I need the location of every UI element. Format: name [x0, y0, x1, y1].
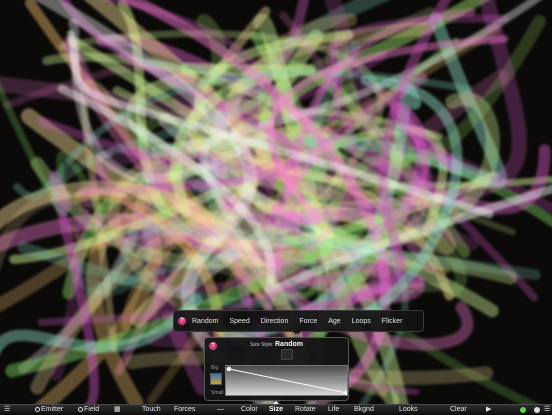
small-label: Small [211, 390, 224, 396]
field-label: Field [84, 406, 100, 413]
status-indicator-icon[interactable] [520, 407, 526, 413]
size-mode-menu: ? Random Speed Direction Force Age Loops… [173, 310, 424, 336]
size-style-title: Size Style: Random [205, 341, 348, 348]
mode-option-direction[interactable]: Direction [261, 318, 289, 325]
bottom-toolbar: ☰ Emitter Field ▦ Touch Forces — Color S… [0, 404, 552, 414]
mode-option-age[interactable]: Age [328, 318, 340, 325]
size-curve-graph[interactable] [225, 365, 348, 396]
record-icon[interactable] [534, 407, 540, 413]
curve-handle-start[interactable] [226, 366, 232, 372]
big-label: Big [211, 365, 219, 371]
size-style-value[interactable]: Random [275, 341, 303, 348]
mode-option-flicker[interactable]: Flicker [382, 318, 403, 325]
curve-handle-end[interactable] [344, 390, 348, 396]
mode-option-speed[interactable]: Speed [229, 318, 249, 325]
color-swatch[interactable] [210, 373, 222, 385]
circle-icon [78, 407, 83, 412]
emitter-label: Emitter [41, 406, 64, 413]
mode-option-loops[interactable]: Loops [352, 318, 371, 325]
circle-icon [35, 407, 40, 412]
size-style-panel: ? Size Style: Random Big Small [204, 337, 349, 401]
help-icon[interactable]: ? [178, 317, 186, 325]
size-style-label: Size Style: [249, 342, 274, 348]
mode-option-random[interactable]: Random [192, 318, 218, 325]
mode-option-force[interactable]: Force [299, 318, 317, 325]
size-style-slider[interactable] [281, 349, 293, 360]
